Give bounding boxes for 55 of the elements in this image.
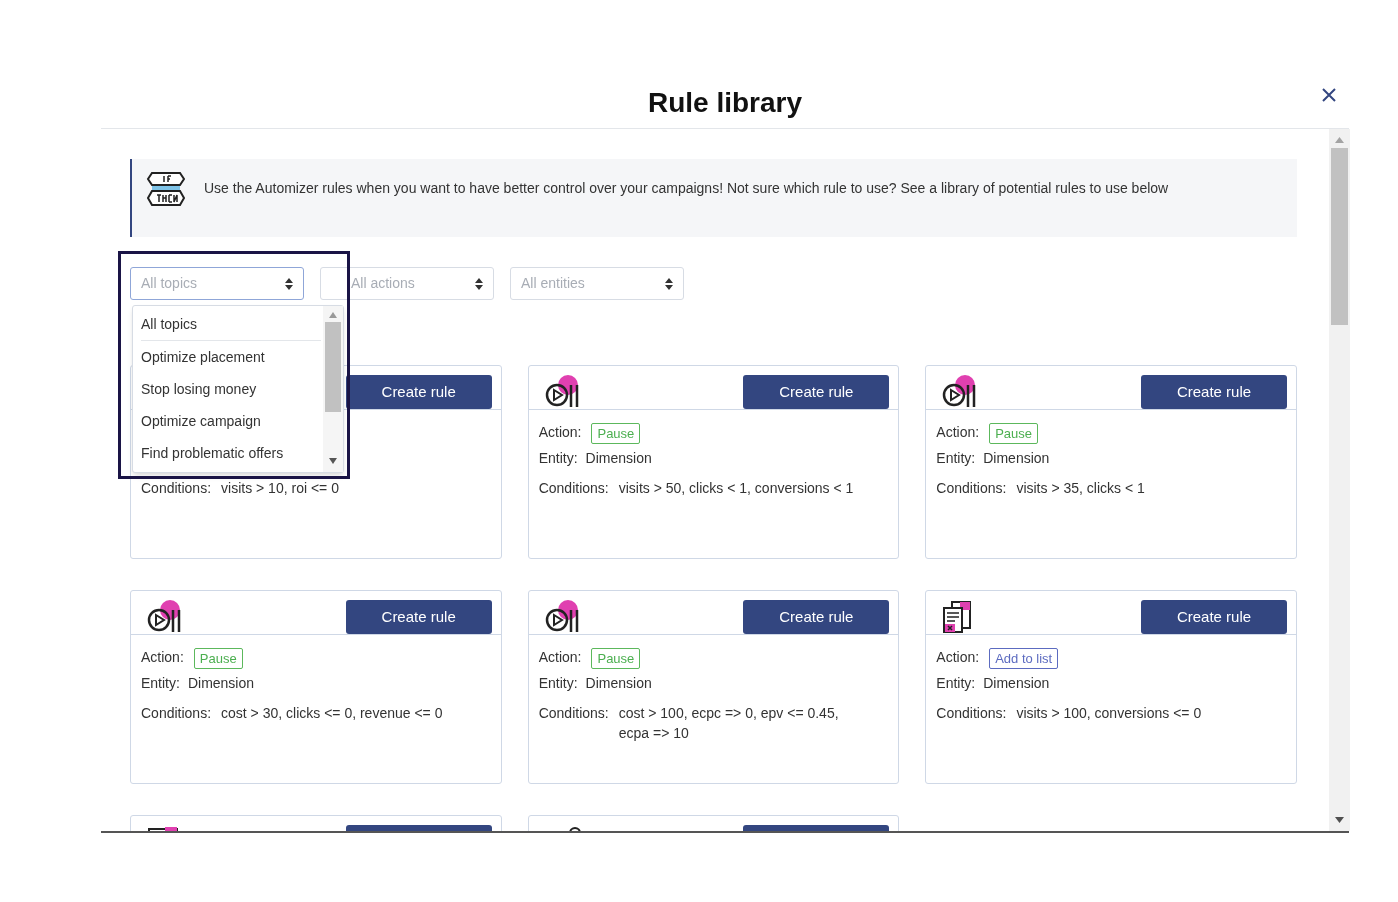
entity-label: Entity: [936,674,976,693]
conditions-value: visits > 50, clicks < 1, conversions < 1 [618,479,854,498]
scrollbar-thumb[interactable] [325,322,341,412]
conditions-label: Conditions: [141,704,212,723]
scroll-down-arrow-icon[interactable] [1335,817,1344,823]
action-tag: Pause [989,423,1038,444]
conditions-label: Conditions: [936,479,1007,498]
scroll-up-arrow-icon[interactable] [1335,137,1344,143]
entity-label: Entity: [936,449,976,468]
create-rule-button[interactable]: Create rule [743,600,890,634]
dropdown-option[interactable]: All topics [141,308,323,340]
conditions-value: visits > 10, roi <= 0 [221,479,339,498]
entity-value: Dimension [585,674,652,693]
action-label: Action: [538,423,582,442]
action-tag: Pause [193,648,243,669]
conditions-label: Conditions: [538,704,609,723]
create-rule-button[interactable]: Create rule [1141,375,1287,409]
create-rule-button[interactable]: Create rule [743,375,890,409]
dialog-title: Rule library [647,85,803,120]
create-rule-button[interactable]: Create rule [1141,600,1287,634]
entity-value: Dimension [983,449,1050,468]
action-tag: Pause [591,423,641,444]
action-tag: Add to list [989,648,1059,669]
conditions-value: visits > 100, conversions <= 0 [1016,704,1202,723]
action-tag: Pause [591,648,641,669]
entity-value: Dimension [585,449,652,468]
conditions-value: cost > 30, clicks <= 0, revenue <= 0 [221,704,443,723]
entity-value: Dimension [983,674,1050,693]
entity-label: Entity: [538,674,578,693]
entity-value: Dimension [187,674,255,693]
dropdown-option[interactable]: Stop losing money [141,373,323,405]
conditions-label: Conditions: [936,704,1007,723]
scroll-down-arrow-icon[interactable] [329,458,337,464]
sort-arrows-icon [665,277,673,290]
scrollbar-thumb[interactable] [1331,148,1348,325]
create-rule-button[interactable]: Create rule [345,375,492,409]
conditions-label: Conditions: [538,479,609,498]
action-label: Action: [538,648,582,667]
action-label: Action: [141,648,184,667]
sort-arrows-icon [475,277,483,290]
conditions-value: cost > 100, ecpc => 0, epv <= 0.45, ecpa => 10 [618,704,840,743]
if-then-icon [146,171,186,207]
dropdown-option[interactable]: Optimize campaign [141,405,323,437]
scroll-up-arrow-icon[interactable] [329,312,337,318]
action-label: Action: [936,648,980,667]
dropdown-option[interactable]: Optimize placement [141,341,323,373]
entity-label: Entity: [141,674,180,693]
conditions-label: Conditions: [141,479,212,498]
conditions-value: visits > 35, clicks < 1 [1016,479,1145,498]
dropdown-option[interactable]: Find problematic offers [141,437,323,469]
entity-label: Entity: [538,449,578,468]
info-text: Use the Automizer rules when you want to have better control over your campaigns! Not sure which rule to use? See a library of potential rules to use below [204,179,1169,198]
action-label: Action: [936,423,980,442]
create-rule-button[interactable]: Create rule [345,600,492,634]
sort-arrows-icon [285,277,293,290]
